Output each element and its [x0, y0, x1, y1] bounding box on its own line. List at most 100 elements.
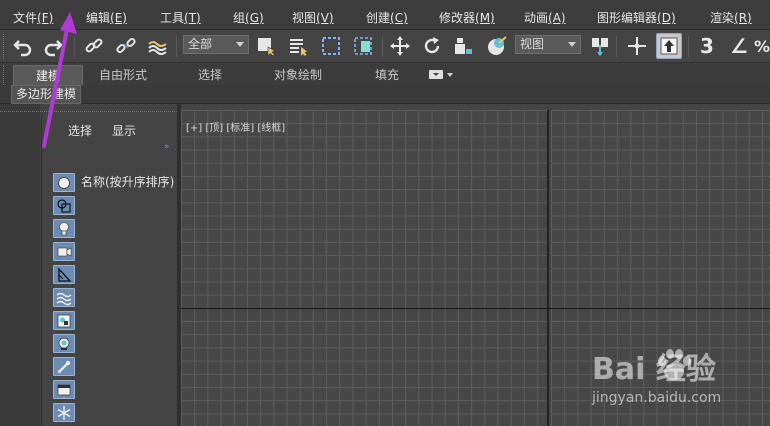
- expand-toolbar-icon[interactable]: »: [164, 142, 169, 152]
- unlink-button[interactable]: [113, 33, 139, 59]
- group-icon: [57, 314, 71, 327]
- tab-modeling[interactable]: 建模: [13, 65, 83, 85]
- main-toolbar: 全部 视图 3 ∠ %: [0, 30, 770, 63]
- rectangular-selection-button[interactable]: [318, 33, 344, 59]
- watermark-url: jingyan.baidu.com: [592, 390, 722, 406]
- bone-icon: [58, 360, 70, 373]
- xref-icon: [58, 337, 70, 350]
- menu-bar: 文件(F) 编辑(E) 工具(T) 组(G) 视图(V) 创建(C) 修改器(M…: [0, 0, 770, 30]
- unlink-icon: [116, 37, 136, 54]
- viewport-label-menu[interactable]: [+] [顶] [标准] [线框]: [186, 119, 285, 134]
- window-crossing-button[interactable]: [350, 33, 376, 59]
- toolbar-separator: [688, 36, 689, 57]
- ribbon-tabs: 建模 自由形式 选择 对象绘制 填充: [0, 63, 770, 103]
- filter-containers-button[interactable]: [53, 380, 75, 399]
- filter-shapes-button[interactable]: [53, 196, 75, 215]
- place-icon: [488, 36, 507, 55]
- spacewarp-wave-icon: [148, 41, 167, 55]
- undo-button[interactable]: [10, 33, 36, 59]
- chevron-down-icon: [236, 42, 244, 47]
- bind-spacewarp-button[interactable]: [145, 33, 171, 59]
- scene-explorer-tab-display[interactable]: 显示: [112, 122, 136, 139]
- chevron-down-icon: [568, 42, 576, 47]
- reference-coordinate-dropdown[interactable]: 视图: [515, 35, 581, 54]
- filter-space-warps-button[interactable]: [53, 288, 75, 307]
- keyboard-shortcut-override-button[interactable]: [656, 33, 682, 59]
- menu-group[interactable]: 组(G): [233, 9, 264, 26]
- filter-helpers-button[interactable]: [53, 265, 75, 284]
- sphere-icon: [58, 176, 70, 189]
- rotate-button[interactable]: [419, 33, 445, 59]
- scene-explorer-tab-select[interactable]: 选择: [68, 122, 92, 139]
- select-manipulate-button[interactable]: [624, 33, 650, 59]
- ribbon-panel: 多边形建模: [0, 85, 770, 104]
- menu-animation[interactable]: 动画(A): [524, 9, 566, 26]
- redo-icon: [44, 40, 63, 57]
- filter-xrefs-button[interactable]: [53, 334, 75, 353]
- undo-icon: [13, 40, 32, 57]
- place-button[interactable]: [484, 33, 510, 59]
- angle-snap-button[interactable]: ∠: [726, 33, 752, 59]
- paw-icon: [658, 349, 691, 380]
- selection-filter-dropdown[interactable]: 全部: [183, 35, 249, 54]
- tape-helper-icon: [58, 266, 72, 282]
- link-icon: [85, 38, 103, 53]
- menu-view[interactable]: 视图(V): [292, 9, 334, 26]
- scale-button[interactable]: [450, 33, 476, 59]
- side-strip: [0, 104, 177, 426]
- move-button[interactable]: [387, 33, 413, 59]
- polygon-modeling-panel[interactable]: 多边形建模: [11, 85, 82, 104]
- move-icon: [390, 36, 410, 56]
- pivot-point-button[interactable]: [587, 33, 613, 59]
- menu-create[interactable]: 创建(C): [366, 9, 408, 26]
- link-button[interactable]: [81, 33, 107, 59]
- baidu-watermark: Bai 经验 jingyan.baidu.com: [592, 344, 762, 414]
- toolbar-separator: [382, 36, 383, 57]
- toolbar-separator: [176, 36, 177, 57]
- tab-freeform[interactable]: 自由形式: [88, 65, 158, 85]
- app-window: 文件(F) 编辑(E) 工具(T) 组(G) 视图(V) 创建(C) 修改器(M…: [0, 0, 770, 426]
- viewport-divider[interactable]: [181, 308, 770, 309]
- camera-icon: [57, 247, 72, 256]
- reference-coordinate-value: 视图: [520, 37, 545, 51]
- angle-snap-icon: ∠: [730, 34, 748, 58]
- window-crossing-icon: [354, 37, 372, 55]
- column-header-name[interactable]: 名称(按升序排序): [81, 173, 174, 190]
- tab-selection[interactable]: 选择: [175, 65, 245, 85]
- filter-geometry-button[interactable]: [53, 173, 75, 192]
- menu-modifiers[interactable]: 修改器(M): [439, 9, 495, 26]
- percent-snap-button[interactable]: %: [754, 33, 770, 59]
- toolbar-separator: [74, 36, 75, 57]
- menu-tools[interactable]: 工具(T): [160, 9, 201, 26]
- selection-filter-value: 全部: [188, 37, 213, 51]
- select-object-button[interactable]: [253, 33, 279, 59]
- ribbon-toggle-icon: [429, 70, 443, 79]
- shapes-icon: [57, 198, 71, 213]
- filter-particles-button[interactable]: [53, 403, 75, 422]
- menu-rendering[interactable]: 渲染(R): [710, 9, 752, 26]
- scene-explorer: 选择 显示 » 名称(按升序排序): [41, 114, 177, 426]
- filter-cameras-button[interactable]: [53, 242, 75, 261]
- select-object-icon: [258, 38, 276, 57]
- ribbon-options-dropdown[interactable]: [429, 68, 457, 81]
- menu-file[interactable]: 文件(F): [13, 9, 53, 26]
- tab-populate[interactable]: 填充: [352, 65, 422, 85]
- scale-icon: [455, 38, 472, 54]
- tab-object-paint[interactable]: 对象绘制: [263, 65, 333, 85]
- filter-lights-button[interactable]: [53, 219, 75, 238]
- snap-3d-icon: 3: [700, 34, 714, 58]
- shortcut-override-icon: [660, 37, 678, 55]
- pivot-center-icon: [592, 38, 608, 56]
- menu-edit[interactable]: 编辑(E): [86, 9, 127, 26]
- toolbar-grip[interactable]: [3, 34, 6, 59]
- rectangle-selection-icon: [322, 37, 340, 55]
- redo-button[interactable]: [40, 33, 66, 59]
- menu-graph-editors[interactable]: 图形编辑器(D): [597, 9, 676, 26]
- chevron-down-icon: [447, 72, 453, 77]
- viewport-top[interactable]: [181, 110, 549, 426]
- filter-groups-button[interactable]: [53, 311, 75, 330]
- select-by-name-icon: [290, 39, 307, 56]
- select-by-name-button[interactable]: [285, 33, 311, 59]
- snaps-toggle-button[interactable]: 3: [694, 33, 720, 59]
- filter-bones-button[interactable]: [53, 357, 75, 376]
